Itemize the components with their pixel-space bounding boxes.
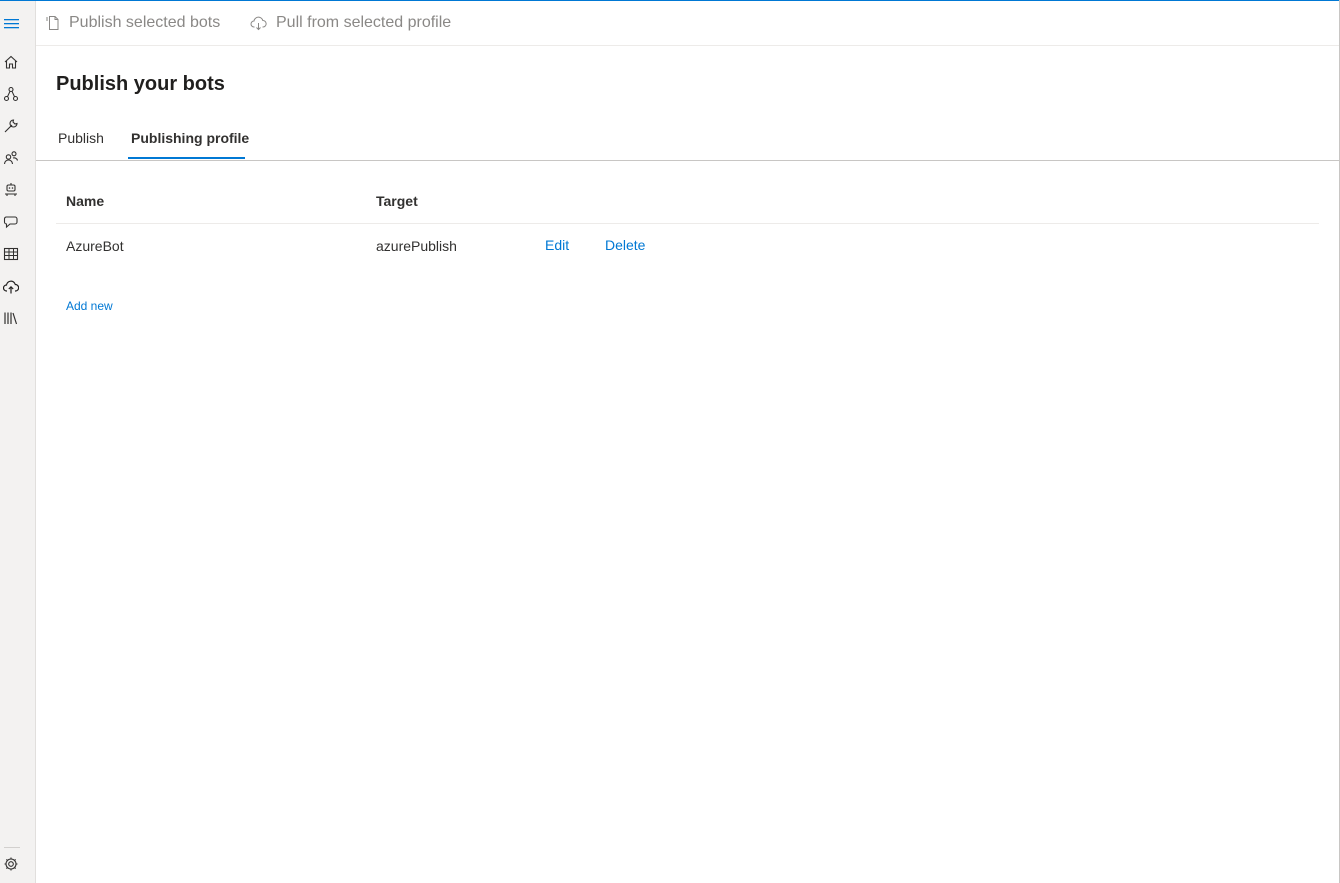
publish-selected-bots-button[interactable]: Publish selected bots [45, 1, 220, 45]
bot-flow-icon[interactable] [3, 86, 19, 102]
profile-name-cell: AzureBot [66, 238, 124, 254]
bot-responses-icon[interactable] [3, 182, 19, 198]
table-icon[interactable] [3, 246, 19, 262]
publish-selected-bots-label: Publish selected bots [69, 14, 221, 31]
tab-publish[interactable]: Publish [58, 120, 104, 158]
library-icon[interactable] [3, 310, 19, 326]
sidebar-divider [4, 847, 20, 848]
users-icon[interactable] [3, 150, 19, 166]
hamburger-menu-icon[interactable] [4, 17, 20, 31]
add-new-profile-link[interactable]: Add new [66, 299, 113, 313]
tab-bar: Publish Publishing profile [36, 120, 1339, 161]
command-toolbar: Publish selected bots Pull from selected… [36, 1, 1339, 46]
pull-from-selected-profile-button[interactable]: Pull from selected profile [250, 1, 451, 45]
cloud-upload-icon[interactable] [3, 279, 19, 295]
delete-profile-link[interactable]: Delete [605, 237, 645, 253]
profile-target-cell: azurePublish [376, 238, 457, 254]
pull-from-selected-profile-label: Pull from selected profile [276, 14, 452, 31]
chat-icon[interactable] [3, 214, 19, 230]
tab-publishing-profile[interactable]: Publishing profile [131, 120, 249, 158]
cloud-download-icon [250, 16, 267, 31]
column-header-name: Name [66, 193, 105, 209]
home-icon[interactable] [3, 54, 19, 70]
left-nav-sidebar [0, 1, 36, 883]
table-row: AzureBot azurePublish Edit Delete [56, 224, 1319, 269]
edit-profile-link[interactable]: Edit [545, 237, 569, 253]
settings-gear-icon[interactable] [3, 856, 19, 872]
wrench-icon[interactable] [3, 118, 19, 134]
active-tab-indicator [128, 157, 245, 159]
document-publish-icon [46, 16, 59, 30]
table-header: Name Target [56, 186, 1319, 224]
page-title: Publish your bots [56, 73, 225, 95]
publishing-profiles-table: Name Target AzureBot azurePublish Edit D… [56, 186, 1319, 269]
column-header-target: Target [376, 193, 418, 209]
